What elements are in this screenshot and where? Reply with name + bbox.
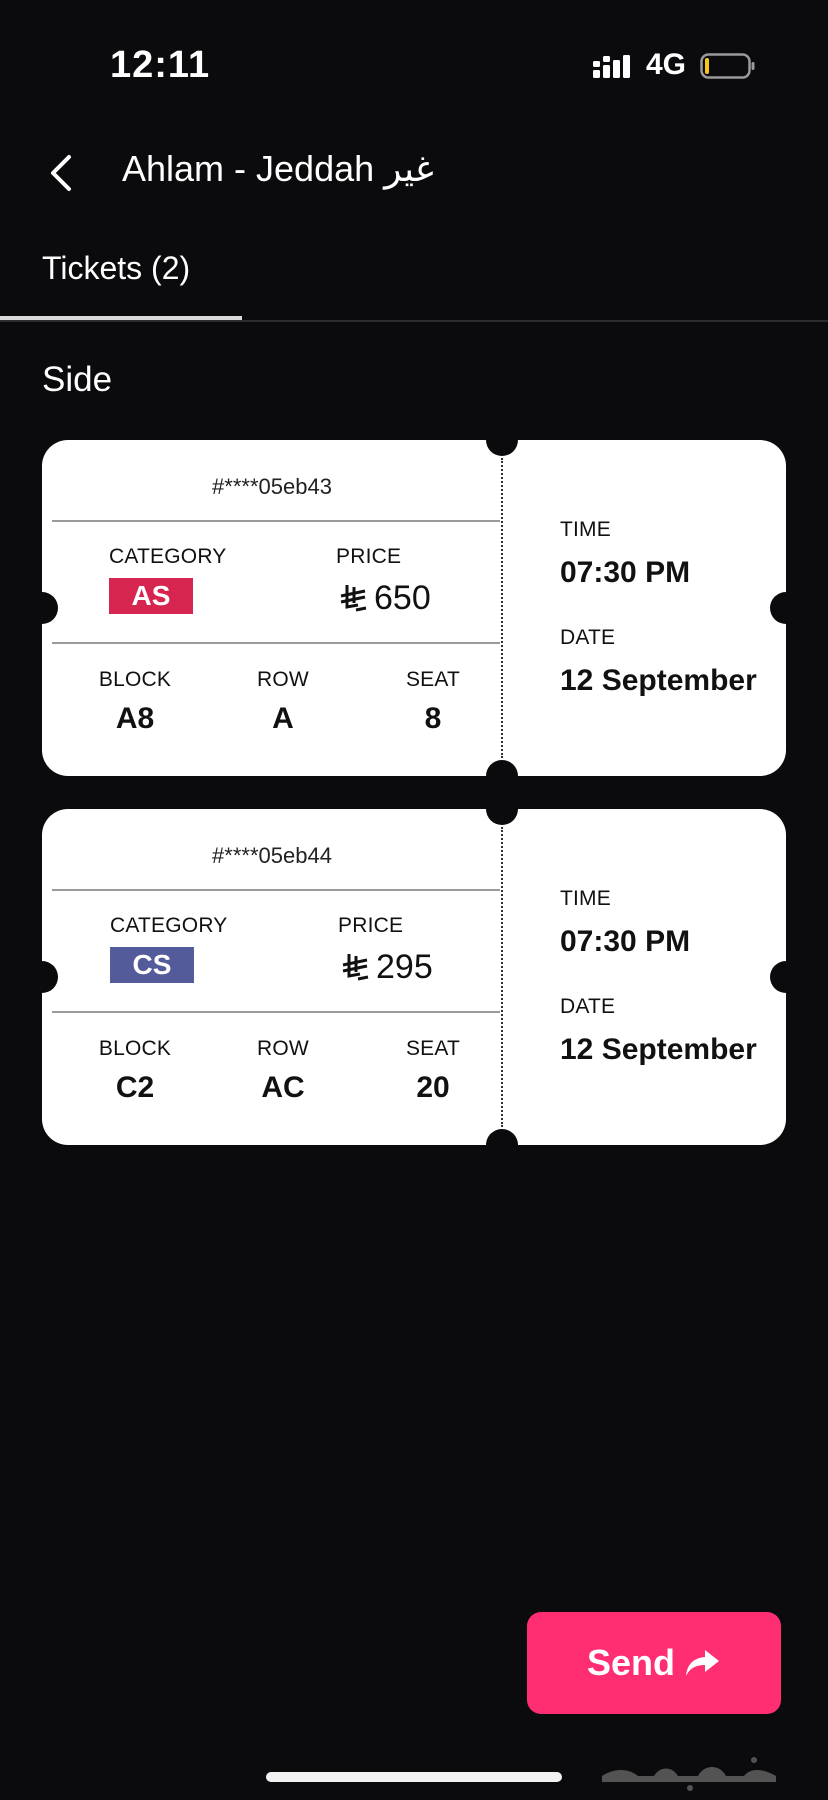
tab-tickets[interactable]: Tickets (2): [0, 236, 242, 320]
network-label: 4G: [646, 48, 687, 81]
category-badge: CS: [110, 947, 194, 983]
ticket-id: #****05eb43: [212, 474, 332, 499]
date-label: DATE: [560, 626, 616, 649]
category-label: CATEGORY: [109, 545, 227, 568]
ticket-notch: [26, 961, 58, 993]
send-label: Send: [586, 1642, 675, 1683]
row-value: A: [272, 702, 294, 735]
ticket-notch: [770, 961, 802, 993]
seat-label: SEAT: [405, 1037, 461, 1060]
divider: [52, 1011, 500, 1013]
category-value: AS: [131, 580, 171, 611]
active-tab-indicator: [0, 316, 242, 320]
divider: [52, 520, 500, 522]
seat-value: 8: [424, 702, 442, 735]
block-label: BLOCK: [98, 668, 172, 691]
seat-label: SEAT: [405, 668, 461, 691]
time-value: 07:30 PM: [560, 925, 691, 958]
price: 295: [340, 947, 433, 987]
price: 650: [338, 578, 431, 618]
category-label: CATEGORY: [110, 914, 228, 937]
signal-bars-icon: [593, 55, 630, 78]
ticket-card[interactable]: #****05eb44 CATEGORY CS PRICE 295 BLOCK …: [26, 793, 802, 1161]
status-time: 12:11: [110, 44, 211, 86]
divider: [52, 889, 500, 891]
ticket-perforation: [501, 827, 503, 1127]
block-value: A8: [115, 702, 155, 735]
price-value: 295: [376, 947, 433, 986]
ticket-notch: [26, 592, 58, 624]
row-label: ROW: [257, 668, 309, 691]
time-label: TIME: [560, 518, 611, 541]
ticket-notch: [486, 760, 518, 792]
ticket-card[interactable]: #****05eb43 CATEGORY AS PRICE 650 BLOCK …: [26, 424, 802, 792]
block-label: BLOCK: [98, 1037, 172, 1060]
time-label: TIME: [560, 887, 611, 910]
status-bar: 12:11 4G: [0, 0, 828, 130]
home-indicator: [266, 1772, 562, 1782]
category-value: CS: [132, 949, 172, 980]
ticket-notch: [770, 592, 802, 624]
divider: [52, 642, 500, 644]
price-label: PRICE: [336, 545, 402, 568]
send-button[interactable]: Send: [527, 1612, 781, 1714]
row-value: AC: [261, 1071, 305, 1104]
chevron-left-icon: [51, 155, 71, 191]
seat-value: 20: [416, 1071, 450, 1104]
block-value: C2: [115, 1071, 155, 1104]
section-title: Side: [42, 360, 113, 399]
battery-low-icon: [700, 53, 755, 79]
tab-tickets-label: Tickets (2): [42, 250, 191, 286]
ticket-notch: [486, 424, 518, 456]
price-value: 650: [374, 578, 431, 617]
price-label: PRICE: [338, 914, 404, 937]
ticket-id: #****05eb44: [212, 843, 332, 868]
saudi-riyal-icon: [342, 954, 369, 981]
row-label: ROW: [257, 1037, 309, 1060]
ticket-notch: [486, 793, 518, 825]
haraj-watermark-logo: [602, 1757, 776, 1791]
tab-bar: Tickets (2): [0, 236, 828, 322]
share-arrow-icon: [686, 1650, 719, 1676]
date-label: DATE: [560, 995, 616, 1018]
ticket-perforation: [501, 458, 503, 758]
category-badge: AS: [109, 578, 193, 614]
saudi-riyal-icon: [340, 585, 367, 612]
time-value: 07:30 PM: [560, 556, 691, 589]
date-value: 12 September: [560, 1033, 757, 1066]
date-value: 12 September: [560, 664, 757, 697]
page-title: Ahlam - Jeddah غير: [122, 148, 434, 189]
ticket-notch: [486, 1129, 518, 1161]
back-button[interactable]: [40, 148, 80, 198]
